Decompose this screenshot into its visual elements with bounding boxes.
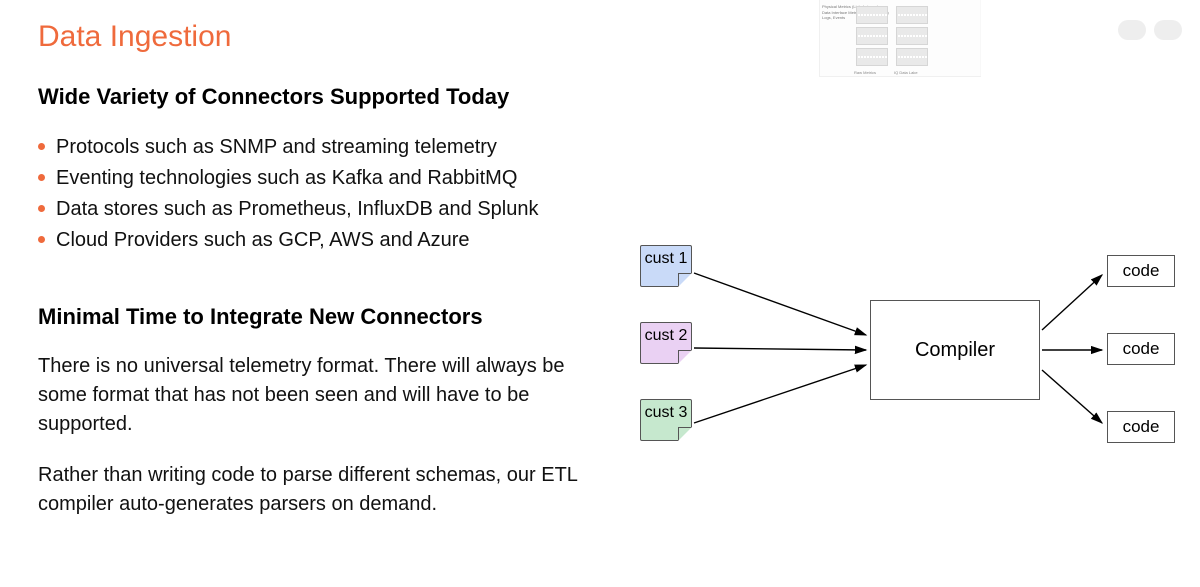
diagram-compiler-box: Compiler: [870, 300, 1040, 400]
text-column: Data Ingestion Wide Variety of Connector…: [38, 20, 648, 519]
thumb-row-labels: Physical Metrics (Link, Latency) Data In…: [822, 4, 852, 21]
thumbnail-next-slides: [980, 0, 1190, 76]
list-item: Eventing technologies such as Kafka and …: [38, 163, 648, 194]
section2-heading: Minimal Time to Integrate New Connectors: [38, 304, 648, 330]
diagram-output-1: code: [1107, 255, 1175, 287]
slide-thumbnail-strip: Physical Metrics (Link, Latency) Data In…: [820, 0, 1190, 76]
slide-title: Data Ingestion: [38, 20, 648, 54]
list-item: Cloud Providers such as GCP, AWS and Azu…: [38, 225, 648, 256]
thumb-row-label: Physical Metrics (Link, Latency): [822, 4, 852, 10]
bullet-list: Protocols such as SNMP and streaming tel…: [38, 132, 648, 256]
section1-heading: Wide Variety of Connectors Supported Tod…: [38, 84, 648, 110]
diagram-output-2: code: [1107, 333, 1175, 365]
thumb-col2: [896, 6, 928, 69]
section2-para1: There is no universal telemetry format. …: [38, 352, 598, 439]
diagram-input-1: cust 1: [640, 245, 692, 287]
compiler-diagram: cust 1 cust 2 cust 3 Compiler code code …: [640, 245, 1180, 475]
list-item: Data stores such as Prometheus, InfluxDB…: [38, 194, 648, 225]
thumb-row-label: Logs, Events: [822, 15, 852, 21]
thumb-col1: [856, 6, 888, 69]
thumb-col1-label: Raw Metrics: [854, 70, 876, 75]
slide: Data Ingestion Wide Variety of Connector…: [0, 0, 1200, 587]
thumbnail-current: Physical Metrics (Link, Latency) Data In…: [820, 0, 980, 76]
diagram-output-3: code: [1107, 411, 1175, 443]
diagram-input-2: cust 2: [640, 322, 692, 364]
thumb-col2-label: IQ Data Lake: [894, 70, 918, 75]
section2-para2: Rather than writing code to parse differ…: [38, 461, 598, 519]
list-item: Protocols such as SNMP and streaming tel…: [38, 132, 648, 163]
diagram-input-3: cust 3: [640, 399, 692, 441]
